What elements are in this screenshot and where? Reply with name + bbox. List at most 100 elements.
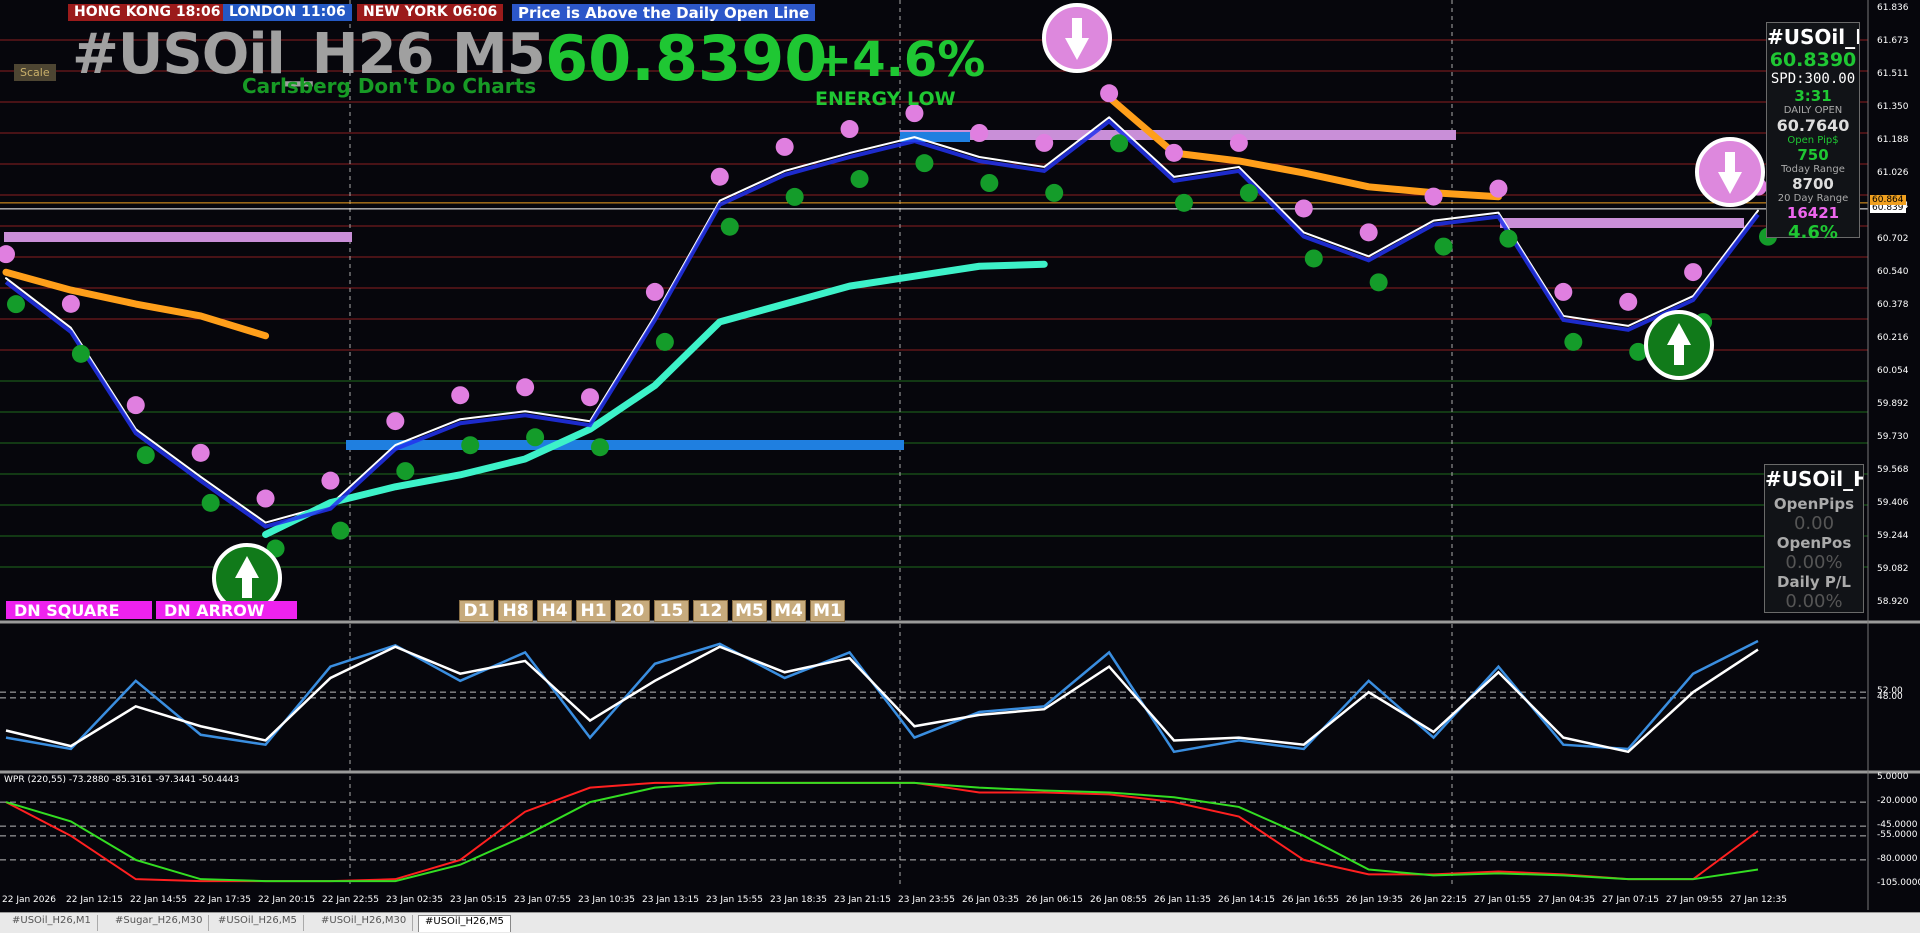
time-tick: 22 Jan 22:55 — [322, 895, 379, 905]
wpr-tick: -45.0000 — [1877, 820, 1918, 831]
time-tick: 23 Jan 05:15 — [450, 895, 507, 905]
timeframe-15[interactable]: 15 — [654, 600, 689, 622]
pl-panel: #USOil_H OpenPips 0.00 OpenPos 0.00% Dai… — [1764, 464, 1864, 613]
wpr-tick: 5.0000 — [1877, 772, 1909, 782]
open-pips-label: Open Pip$ — [1787, 135, 1839, 146]
high-dot — [581, 388, 599, 407]
high-dot — [0, 245, 15, 264]
daily-pl-amount: 0.00% — [1785, 591, 1843, 612]
time-tick: 23 Jan 23:55 — [898, 895, 955, 905]
time-tick: 23 Jan 07:55 — [514, 895, 571, 905]
low-dot — [1369, 273, 1388, 292]
timeframe-12[interactable]: 12 — [693, 600, 728, 622]
timeframe-h4[interactable]: H4 — [537, 600, 572, 622]
low-dot — [720, 217, 739, 236]
clock-hong-kong: HONG KONG 18:06 — [68, 4, 227, 21]
price-tick: 59.082 — [1877, 564, 1909, 574]
high-dot — [1035, 133, 1054, 152]
time-tick: 26 Jan 03:35 — [962, 895, 1019, 905]
price-chart[interactable] — [0, 0, 1920, 912]
percent-change: +4.6% — [812, 32, 986, 88]
low-dot — [915, 154, 934, 173]
timeframe-m1[interactable]: M1 — [810, 600, 845, 622]
time-tick: 27 Jan 07:15 — [1602, 895, 1659, 905]
low-dot — [1110, 134, 1129, 153]
clock-london: LONDON 11:06 — [223, 4, 352, 21]
wpr-tick: -20.0000 — [1877, 796, 1918, 807]
chart-tab[interactable]: #USOil_H26,M30 — [315, 915, 414, 931]
high-dot — [1684, 263, 1703, 282]
price-series-0 — [5, 116, 1759, 524]
info-symbol: #USOil_H — [1767, 25, 1859, 49]
high-dot — [775, 137, 794, 156]
time-tick: 23 Jan 02:35 — [386, 895, 443, 905]
info-panel: #USOil_H 60.8390 SPD:300.00 3:31 DAILY O… — [1766, 22, 1860, 243]
low-dot — [1304, 249, 1323, 268]
stoch-tick: 48.00 — [1877, 691, 1903, 702]
timeframe-m4[interactable]: M4 — [771, 600, 806, 622]
price-tick: 61.511 — [1877, 69, 1909, 79]
high-dot — [840, 120, 859, 139]
chart-tab[interactable]: #USOil_H26,M1 — [6, 915, 98, 931]
price-tick: 61.673 — [1877, 36, 1909, 46]
low-dot — [331, 521, 350, 540]
today-range-label: Today Range — [1781, 164, 1845, 175]
info-spread: SPD:300.00 — [1770, 71, 1856, 87]
price-tick: 60.540 — [1877, 267, 1909, 277]
price-tick: 60.702 — [1877, 234, 1909, 244]
price-tick: 59.730 — [1877, 432, 1909, 442]
high-dot — [1424, 187, 1443, 206]
stochastic-series-0 — [5, 639, 1759, 754]
timeframe-d1[interactable]: D1 — [459, 600, 494, 622]
scale-button[interactable]: Scale — [14, 64, 56, 81]
time-tick: 26 Jan 14:15 — [1218, 895, 1275, 905]
high-dot — [1165, 143, 1183, 162]
tagline: Carlsberg Don't Do Charts — [242, 74, 537, 98]
supply-zone — [4, 232, 352, 242]
high-dot — [1489, 179, 1508, 198]
timeframe-m5[interactable]: M5 — [732, 600, 767, 622]
time-tick: 26 Jan 19:35 — [1346, 895, 1403, 905]
daily-pl-title: Daily P/L — [1777, 573, 1851, 591]
wpr-label: WPR (220,55) -73.2880 -85.3161 -97.3441 … — [4, 775, 240, 785]
day20-range-value: 16421 — [1786, 204, 1840, 222]
dn-arrow-button[interactable]: DN ARROW — [156, 601, 297, 620]
chart-tab[interactable]: #USOil_H26,M5 — [418, 915, 511, 932]
energy-label: ENERGY LOW — [815, 88, 956, 110]
status-banner: Price is Above the Daily Open Line — [512, 4, 816, 22]
time-tick: 22 Jan 12:15 — [66, 895, 123, 905]
price-tick: 60.054 — [1877, 366, 1909, 376]
clock-new-york: NEW YORK 06:06 — [357, 4, 504, 21]
high-dot — [1619, 292, 1638, 311]
high-dot — [1229, 133, 1248, 152]
low-dot — [7, 295, 25, 314]
time-tick: 26 Jan 06:15 — [1026, 895, 1083, 905]
info-price: 60.8390 — [1769, 49, 1857, 71]
high-dot — [970, 124, 989, 142]
time-tick: 27 Jan 12:35 — [1730, 895, 1787, 905]
dn-square-button[interactable]: DN SQUARE — [6, 601, 152, 620]
time-tick: 22 Jan 20:15 — [258, 895, 315, 905]
timeframe-20[interactable]: 20 — [615, 600, 650, 622]
timeframe-h8[interactable]: H8 — [498, 600, 533, 622]
open-pips-title: OpenPips — [1773, 495, 1855, 513]
supply-zone — [1500, 218, 1744, 228]
low-dot — [1434, 237, 1453, 256]
open-pos-title: OpenPos — [1776, 534, 1852, 552]
low-dot — [1499, 229, 1518, 248]
time-tick: 27 Jan 04:35 — [1538, 895, 1595, 905]
price-tick: 58.920 — [1877, 597, 1909, 607]
time-tick: 23 Jan 18:35 — [770, 895, 827, 905]
daily-open-value: 60.7640 — [1776, 116, 1850, 135]
low-dot — [461, 436, 480, 455]
price-tick: 60.378 — [1877, 300, 1909, 310]
low-dot — [1239, 183, 1258, 202]
price-tick: 60.216 — [1877, 333, 1909, 343]
chart-tab[interactable]: #Sugar_H26,M30 — [109, 915, 210, 931]
time-tick: 23 Jan 21:15 — [834, 895, 891, 905]
time-tick: 26 Jan 08:55 — [1090, 895, 1147, 905]
high-dot — [1100, 84, 1119, 103]
timeframe-h1[interactable]: H1 — [576, 600, 611, 622]
time-tick: 26 Jan 11:35 — [1154, 895, 1211, 905]
chart-tab[interactable]: #USOil_H26,M5 — [212, 915, 304, 931]
